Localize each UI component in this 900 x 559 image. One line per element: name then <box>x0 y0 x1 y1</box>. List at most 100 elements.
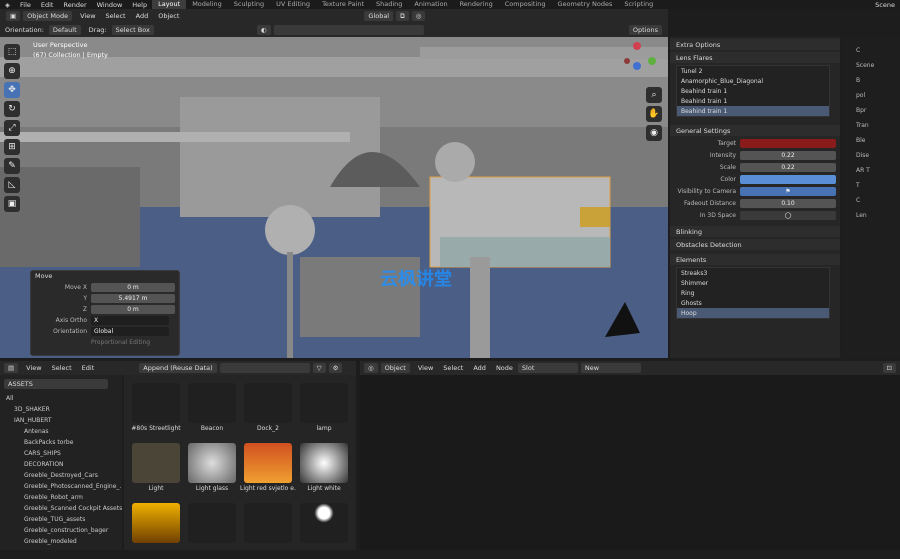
select-box-icon[interactable]: ⬚ <box>4 44 20 60</box>
target-field[interactable] <box>740 138 836 148</box>
tab-modeling[interactable]: Modeling <box>186 0 228 9</box>
in3d-toggle[interactable]: ◯ <box>740 210 836 220</box>
sidebar-tab[interactable]: T <box>856 182 874 189</box>
snap-icon[interactable]: ⧉ <box>396 11 409 21</box>
lens-flares-section[interactable]: Lens Flares <box>670 52 840 63</box>
fadeout-field[interactable]: 0.10 <box>740 198 836 208</box>
asset-tile[interactable]: Light <box>128 443 184 499</box>
annotate-icon[interactable]: ✎ <box>4 158 20 174</box>
settings-gear-icon[interactable]: ⚙ <box>328 363 343 373</box>
menu-view[interactable]: View <box>418 364 433 372</box>
menu-file[interactable]: File <box>15 1 36 9</box>
editor-type-button[interactable]: ◎ <box>364 363 378 373</box>
transform-icon[interactable]: ⊞ <box>4 139 20 155</box>
tab-rendering[interactable]: Rendering <box>454 0 499 9</box>
menu-window[interactable]: Window <box>92 1 128 9</box>
list-item[interactable]: Beahind train 1 <box>677 106 829 116</box>
rotate-icon[interactable]: ↻ <box>4 101 20 117</box>
tree-item[interactable]: Greeble_Scanned Cockpit Assets <box>0 503 122 514</box>
move-panel-title[interactable]: Move <box>31 271 179 281</box>
menu-object[interactable]: Object <box>158 12 179 20</box>
list-item[interactable]: Ghosts <box>677 298 829 308</box>
node-editor-canvas[interactable] <box>360 375 900 550</box>
menu-add[interactable]: Add <box>473 364 486 372</box>
menu-render[interactable]: Render <box>58 1 91 9</box>
scale-field[interactable]: 0.22 <box>740 162 836 172</box>
move-icon[interactable]: ✥ <box>4 82 20 98</box>
tree-item[interactable]: DECORATION <box>0 459 122 470</box>
editor-type-button[interactable]: ▣ <box>6 11 21 21</box>
menu-select[interactable]: Select <box>52 364 72 372</box>
sidebar-tab[interactable]: B <box>856 77 874 84</box>
sidebar-tab[interactable]: Dise <box>856 152 874 159</box>
asset-tile[interactable] <box>184 503 240 559</box>
list-item[interactable]: Beahind train 1 <box>677 96 829 106</box>
sidebar-tab[interactable]: C <box>856 197 874 204</box>
list-item[interactable]: Anamorphic_Blue_Diagonal <box>677 76 829 86</box>
asset-tile[interactable]: Beacon <box>184 383 240 439</box>
list-item[interactable]: Beahind train 1 <box>677 86 829 96</box>
menu-add[interactable]: Add <box>136 12 149 20</box>
asset-search-input[interactable] <box>219 363 310 373</box>
obstacles-section[interactable]: Obstacles Detection <box>670 239 840 250</box>
menu-edit[interactable]: Edit <box>82 364 95 372</box>
tab-animation[interactable]: Animation <box>408 0 453 9</box>
axis-ortho-dropdown[interactable]: X <box>91 315 169 325</box>
tab-geometry-nodes[interactable]: Geometry Nodes <box>552 0 619 9</box>
list-item[interactable]: Ring <box>677 288 829 298</box>
transform-orientation-dropdown[interactable]: Global <box>364 11 394 21</box>
tab-uv-editing[interactable]: UV Editing <box>270 0 316 9</box>
filter-icon[interactable]: ▽ <box>312 363 326 373</box>
tree-item[interactable]: Greeble_TUG_assets <box>0 514 122 525</box>
tree-item[interactable]: IAN_HUBERT <box>0 415 122 426</box>
extra-options-section[interactable]: Extra Options <box>670 39 840 50</box>
sidebar-tab[interactable]: Ble <box>856 137 874 144</box>
asset-tile[interactable] <box>240 503 296 559</box>
menu-view[interactable]: View <box>80 12 95 20</box>
scale-icon[interactable]: ⤢ <box>4 120 20 136</box>
tree-item[interactable]: All <box>0 393 122 404</box>
tree-item[interactable]: BackPacks torbe <box>0 437 122 448</box>
asset-tile[interactable]: Dock_2 <box>240 383 296 439</box>
move-y-field[interactable]: 5.4917 m <box>91 293 175 303</box>
navigation-gizmo[interactable] <box>622 41 662 71</box>
tree-item[interactable]: CARS_SHIPS <box>0 448 122 459</box>
menu-help[interactable]: Help <box>127 1 152 9</box>
menu-select[interactable]: Select <box>106 12 126 20</box>
shader-type-dropdown[interactable]: Object <box>380 363 410 373</box>
tree-item[interactable]: Greeble_Robot_arm <box>0 492 122 503</box>
camera-icon[interactable]: ◉ <box>646 125 662 141</box>
orientation-field[interactable]: Global <box>91 326 169 336</box>
asset-tile[interactable] <box>128 503 184 559</box>
list-item[interactable]: Shimmer <box>677 278 829 288</box>
asset-library-dropdown[interactable]: ASSETS <box>4 379 108 389</box>
general-settings-section[interactable]: General Settings <box>670 125 840 136</box>
menu-edit[interactable]: Edit <box>36 1 59 9</box>
tab-layout[interactable]: Layout <box>152 0 187 9</box>
asset-tile[interactable]: Light red svjetlo e... <box>240 443 296 499</box>
asset-tile[interactable] <box>296 503 352 559</box>
asset-tile[interactable]: lamp <box>296 383 352 439</box>
sidebar-tab[interactable]: pol <box>856 92 874 99</box>
asset-tile[interactable]: #80s Streetlight <box>128 383 184 439</box>
sidebar-tab[interactable]: Scene <box>856 62 874 69</box>
options-dropdown[interactable]: Options <box>628 25 662 35</box>
tree-item[interactable]: Greeble_Destroyed_Cars <box>0 470 122 481</box>
asset-tile[interactable]: Light glass <box>184 443 240 499</box>
tree-item[interactable]: Greeble_modeled <box>0 536 122 547</box>
tree-item[interactable]: Antenas <box>0 426 122 437</box>
sidebar-tab[interactable]: C <box>856 47 874 54</box>
move-z-field[interactable]: 0 m <box>91 304 175 314</box>
sidebar-tab[interactable]: Bpr <box>856 107 874 114</box>
sidebar-tab[interactable]: AR T <box>856 167 874 174</box>
move-x-field[interactable]: 0 m <box>91 282 175 292</box>
asset-tile[interactable]: Light white <box>296 443 352 499</box>
tree-item[interactable]: Greeble_construction_bager <box>0 525 122 536</box>
list-item[interactable]: Streaks3 <box>677 268 829 278</box>
add-cube-icon[interactable]: ▣ <box>4 196 20 212</box>
pan-hand-icon[interactable]: ✋ <box>646 106 662 122</box>
tab-texture-paint[interactable]: Texture Paint <box>316 0 370 9</box>
sidebar-tab[interactable]: Tran <box>856 122 874 129</box>
orientation-dropdown[interactable]: Default <box>48 25 81 35</box>
tab-sculpting[interactable]: Sculpting <box>228 0 270 9</box>
